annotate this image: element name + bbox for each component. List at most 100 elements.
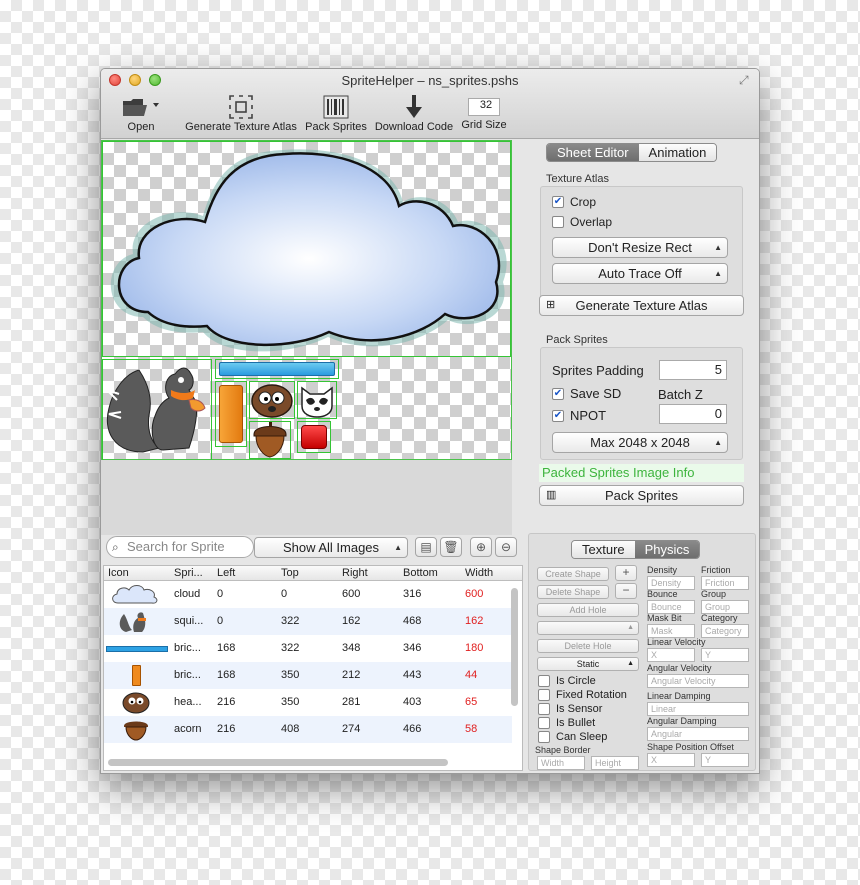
blue-brick-sprite[interactable] (215, 359, 339, 379)
is-bullet-checkbox[interactable]: Is Bullet (538, 717, 595, 729)
trash-button[interactable]: 🗑 (440, 537, 462, 557)
app-window: SpriteHelper – ns_sprites.pshs ⤢ Open Ge… (100, 68, 760, 774)
pack-sprites-button[interactable]: ▥ Pack Sprites (539, 485, 744, 506)
zoom-in-button[interactable]: ⊕ (470, 537, 492, 557)
open-toolbar-button[interactable]: Open (115, 93, 167, 133)
horizontal-scrollbar[interactable] (108, 759, 448, 766)
table-row[interactable]: bric... 168 350 212 443 44 (104, 662, 512, 689)
pack-sprites-button-label: Pack Sprites (605, 488, 678, 503)
plus-button[interactable]: + (615, 565, 637, 581)
head-sprite[interactable] (249, 381, 295, 419)
minus-button[interactable]: − (615, 583, 637, 599)
acorn-sprite[interactable] (249, 421, 291, 459)
folder-icon (115, 93, 167, 121)
image-filter-popup[interactable]: Show All Images ▲ (254, 537, 408, 558)
grid-icon: ⊞ (546, 299, 556, 311)
editor-tab-switcher[interactable]: Sheet Editor Animation (546, 143, 718, 162)
tab-texture[interactable]: Texture (572, 541, 635, 558)
npot-checkbox[interactable]: ✔ NPOT (552, 408, 606, 423)
table-row[interactable]: cloud 0 0 600 316 600 (104, 581, 512, 608)
sprite-sheet-canvas[interactable] (101, 140, 512, 461)
auto-trace-popup[interactable]: Auto Trace Off ▲ (552, 263, 728, 284)
column-left[interactable]: Left (217, 567, 235, 579)
generate-atlas-toolbar-button[interactable]: Generate Texture Atlas (183, 93, 299, 133)
sprite-right: 162 (342, 615, 361, 627)
can-sleep-checkbox[interactable]: Can Sleep (538, 731, 607, 743)
table-row[interactable]: hea... 216 350 281 403 65 (104, 689, 512, 716)
save-sd-checkbox[interactable]: ✔ Save SD (552, 386, 621, 401)
border-height-field[interactable]: Height (591, 756, 639, 770)
column-top[interactable]: Top (281, 567, 299, 579)
crop-checkbox[interactable]: ✔ Crop (552, 195, 596, 209)
fixed-rotation-checkbox[interactable]: Fixed Rotation (538, 689, 627, 701)
table-header: Icon Spri... Left Top Right Bottom Width (104, 566, 522, 581)
column-width[interactable]: Width (465, 567, 493, 579)
column-icon[interactable]: Icon (108, 567, 129, 579)
column-right[interactable]: Right (342, 567, 368, 579)
resize-rect-popup[interactable]: Don't Resize Rect ▲ (552, 237, 728, 258)
checkbox-box (538, 675, 550, 687)
column-sprite[interactable]: Spri... (174, 567, 203, 579)
batch-z-field[interactable]: 0 (659, 404, 727, 424)
table-row[interactable]: squi... 0 322 162 468 162 (104, 608, 512, 635)
linear-damping-label: Linear Damping (647, 691, 711, 701)
linear-velocity-y-field[interactable]: Y (701, 648, 749, 662)
column-bottom[interactable]: Bottom (403, 567, 438, 579)
pack-sprites-toolbar-button[interactable]: Pack Sprites (304, 93, 368, 133)
delete-shape-button[interactable]: Delete Shape (537, 585, 609, 599)
tab-sheet-editor[interactable]: Sheet Editor (547, 144, 639, 161)
offset-x-field[interactable]: X (647, 753, 695, 767)
add-hole-button[interactable]: Add Hole (537, 603, 639, 617)
fullscreen-icon[interactable]: ⤢ (739, 73, 753, 87)
friction-label: Friction (701, 565, 731, 575)
is-sensor-checkbox[interactable]: Is Sensor (538, 703, 602, 715)
tab-physics[interactable]: Physics (634, 541, 700, 558)
sprite-name: bric... (174, 642, 201, 654)
zoom-out-button[interactable]: ⊖ (495, 537, 517, 557)
hole-select-popup[interactable]: ▲ (537, 621, 639, 635)
category-field[interactable]: Category (701, 624, 749, 638)
delete-hole-button[interactable]: Delete Hole (537, 639, 639, 653)
friction-field[interactable]: Friction (701, 576, 749, 590)
grid-icon (183, 93, 299, 121)
squirrel-sprite[interactable] (102, 359, 212, 461)
group-field[interactable]: Group (701, 600, 749, 614)
linear-damping-field[interactable]: Linear (647, 702, 749, 716)
packed-image-info: Packed Sprites Image Info (539, 464, 744, 482)
angular-damping-field[interactable]: Angular (647, 727, 749, 741)
tab-animation[interactable]: Animation (638, 144, 717, 161)
body-type-popup[interactable]: Static ▲ (537, 657, 639, 671)
checkbox-box (538, 703, 550, 715)
orange-brick-sprite[interactable] (215, 381, 247, 447)
is-circle-checkbox[interactable]: Is Circle (538, 675, 596, 687)
offset-y-field[interactable]: Y (701, 753, 749, 767)
resize-rect-value: Don't Resize Rect (588, 240, 692, 255)
raccoon-sprite[interactable] (297, 381, 337, 419)
download-code-toolbar-button[interactable]: Download Code (373, 93, 455, 133)
cloud-sprite[interactable] (102, 141, 511, 357)
border-width-field[interactable]: Width (537, 756, 585, 770)
document-button[interactable]: ▤ (415, 537, 437, 557)
head-icon (110, 691, 162, 714)
grid-size-input[interactable]: 32 (468, 98, 500, 116)
angular-velocity-field[interactable]: Angular Velocity (647, 674, 749, 688)
sprite-search-input[interactable]: ⌕ Search for Sprite (106, 536, 254, 558)
overlap-checkbox[interactable]: Overlap (552, 215, 612, 229)
bounce-field[interactable]: Bounce (647, 600, 695, 614)
density-field[interactable]: Density (647, 576, 695, 590)
table-row[interactable]: bric... 168 322 348 346 180 (104, 635, 512, 662)
crop-check-icon: ✔ (552, 196, 564, 208)
create-shape-button[interactable]: Create Shape (537, 567, 609, 581)
max-size-popup[interactable]: Max 2048 x 2048 ▲ (552, 432, 728, 453)
linear-velocity-x-field[interactable]: X (647, 648, 695, 662)
table-row[interactable]: acorn 216 408 274 466 58 (104, 716, 512, 743)
red-button-sprite[interactable] (297, 421, 331, 453)
sprite-bottom: 403 (403, 696, 422, 708)
physics-tab-switcher[interactable]: Texture Physics (571, 540, 701, 559)
mask-field[interactable]: Mask (647, 624, 695, 638)
squirrel-icon (110, 610, 162, 633)
generate-texture-atlas-label: Generate Texture Atlas (575, 298, 708, 313)
sprites-padding-field[interactable]: 5 (659, 360, 727, 380)
vertical-scrollbar[interactable] (511, 588, 518, 706)
generate-texture-atlas-button[interactable]: ⊞ Generate Texture Atlas (539, 295, 744, 316)
